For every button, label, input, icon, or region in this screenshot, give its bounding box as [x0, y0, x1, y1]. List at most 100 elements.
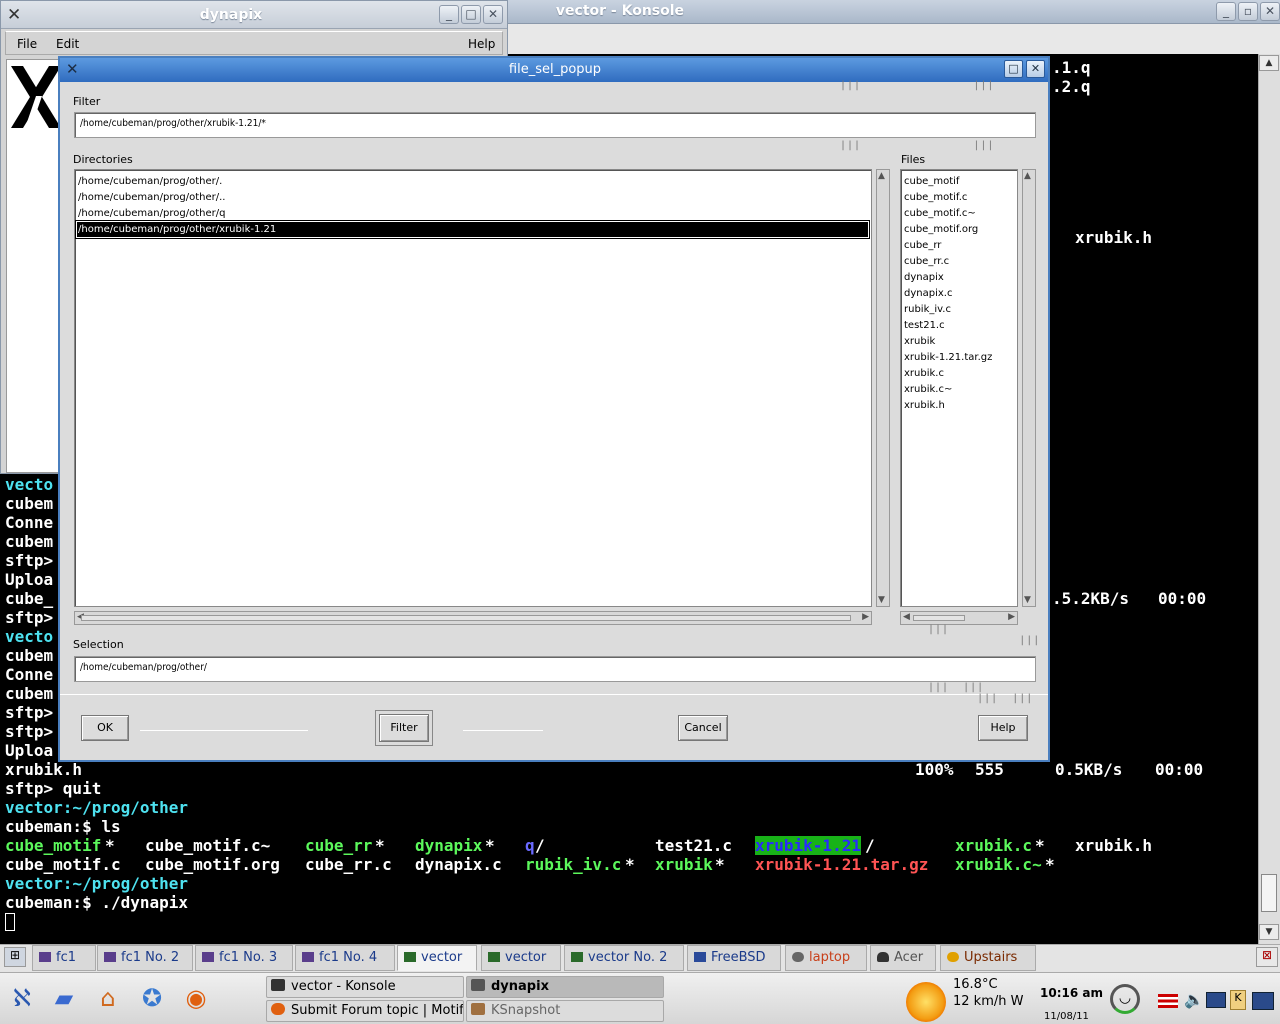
scroll-down-icon[interactable]: ▼: [1259, 924, 1279, 940]
scrollbar-thumb[interactable]: [913, 615, 965, 621]
session-tab-active[interactable]: vector: [397, 945, 477, 971]
file-item[interactable]: cube_motif.c: [904, 190, 967, 205]
task-label: vector - Konsole: [291, 979, 396, 994]
file-item[interactable]: cube_motif.c~: [904, 206, 976, 221]
keyboard-layout-icon[interactable]: [1158, 994, 1178, 1008]
weather-wind[interactable]: 12 km/h W: [953, 994, 1023, 1009]
file-item[interactable]: dynapix: [904, 270, 944, 285]
scroll-down-icon[interactable]: ▼: [1024, 595, 1031, 605]
file-item[interactable]: xrubik: [904, 334, 935, 349]
filter-input[interactable]: /home/cubeman/prog/other/xrubik-1.21/*: [74, 112, 1036, 138]
help-button[interactable]: Help: [978, 715, 1028, 741]
clock-time[interactable]: 10:16 am: [1040, 986, 1103, 1000]
session-tab[interactable]: fc1 No. 4: [295, 945, 395, 971]
close-icon[interactable]: ✕: [1260, 2, 1280, 21]
scroll-up-icon[interactable]: ▲: [1259, 55, 1279, 71]
session-tab[interactable]: Upstairs: [940, 945, 1036, 971]
scroll-up-icon[interactable]: ▲: [878, 171, 885, 181]
file-item[interactable]: xrubik-1.21.tar.gz: [904, 350, 992, 365]
terminal-scrollbar[interactable]: [1258, 54, 1280, 944]
file-item[interactable]: cube_motif.org: [904, 222, 978, 237]
terminal-fragment: cubem: [5, 532, 54, 551]
session-tab[interactable]: FreeBSD: [687, 945, 781, 971]
minimize-icon[interactable]: _: [1216, 2, 1236, 21]
scroll-right-icon[interactable]: ▶: [1008, 612, 1015, 622]
session-tab[interactable]: fc1 No. 3: [195, 945, 293, 971]
konqueror-icon[interactable]: ✪: [134, 980, 170, 1016]
session-tab[interactable]: fc1 No. 2: [97, 945, 193, 971]
selection-input[interactable]: /home/cubeman/prog/other/: [74, 656, 1036, 682]
files-list[interactable]: cube_motif cube_motif.c cube_motif.c~ cu…: [900, 169, 1018, 607]
session-tab[interactable]: Acer: [870, 945, 936, 971]
restore-icon[interactable]: ▫: [1238, 2, 1258, 21]
ls-suffix: *: [485, 836, 495, 855]
close-icon[interactable]: ✕: [483, 5, 503, 24]
terminal-fragment: sftp>: [5, 551, 54, 570]
close-icon[interactable]: ✕: [1026, 60, 1045, 78]
scroll-left-icon[interactable]: ◀: [903, 612, 910, 622]
display-icon[interactable]: [1206, 992, 1226, 1008]
desktop-icon[interactable]: ▰: [46, 980, 82, 1016]
directory-item-selected[interactable]: /home/cubeman/prog/other/xrubik-1.21: [75, 220, 870, 239]
directory-item[interactable]: /home/cubeman/prog/other/..: [78, 190, 225, 205]
maximize-icon[interactable]: □: [1004, 60, 1023, 78]
files-hscrollbar[interactable]: ◀ ▶: [900, 611, 1018, 625]
directory-item[interactable]: /home/cubeman/prog/other/.: [78, 174, 222, 189]
scrollbar-thumb[interactable]: [81, 615, 851, 621]
directories-vscrollbar[interactable]: ▲ ▼: [876, 169, 890, 607]
home-icon[interactable]: ⌂: [90, 980, 126, 1016]
clock-date: 11/08/11: [1044, 1011, 1089, 1022]
file-item[interactable]: xrubik.h: [904, 398, 945, 413]
directories-list[interactable]: /home/cubeman/prog/other/. /home/cubeman…: [74, 169, 872, 607]
file-item[interactable]: rubik_iv.c: [904, 302, 951, 317]
scroll-up-icon[interactable]: ▲: [1024, 171, 1031, 181]
file-item[interactable]: test21.c: [904, 318, 945, 333]
printer-icon: [792, 952, 804, 962]
kde-menu-icon[interactable]: ℵ: [4, 980, 40, 1016]
firefox-icon[interactable]: ◉: [178, 980, 214, 1016]
dialog-titlebar[interactable]: ✕ file_sel_popup □ ✕: [60, 58, 1048, 82]
monitor-icon[interactable]: [1252, 992, 1274, 1010]
file-item[interactable]: cube_rr.c: [904, 254, 949, 269]
klipper-icon[interactable]: K: [1230, 990, 1246, 1010]
dynapix-titlebar[interactable]: ✕ dynapix _ □ ✕: [1, 1, 507, 29]
minimize-icon[interactable]: _: [439, 5, 459, 24]
session-tab[interactable]: laptop: [785, 945, 867, 971]
menu-file[interactable]: File: [17, 37, 37, 51]
ls-entry: xrubik-1.21: [755, 836, 861, 855]
ls-entry: q: [525, 836, 535, 855]
cancel-button[interactable]: Cancel: [678, 715, 728, 741]
volume-icon[interactable]: 🔈: [1184, 990, 1204, 1009]
filter-button[interactable]: Filter: [379, 714, 429, 742]
file-item[interactable]: xrubik.c: [904, 366, 944, 381]
session-tab[interactable]: vector: [481, 945, 561, 971]
close-session-icon[interactable]: ⊠: [1256, 947, 1278, 967]
directories-hscrollbar[interactable]: ◀ ▶: [74, 611, 872, 625]
task-firefox[interactable]: Submit Forum topic | Motif: [266, 1000, 464, 1022]
tux-icon: [877, 952, 889, 962]
scrollbar-thumb[interactable]: [1261, 874, 1277, 912]
session-tab[interactable]: vector No. 2: [564, 945, 684, 971]
file-item[interactable]: xrubik.c~: [904, 382, 952, 397]
directory-item[interactable]: /home/cubeman/prog/other/q: [78, 206, 225, 221]
file-item[interactable]: cube_rr: [904, 238, 941, 253]
scroll-right-icon[interactable]: ▶: [862, 612, 869, 622]
file-item[interactable]: cube_motif: [904, 174, 959, 189]
session-tab[interactable]: fc1: [32, 945, 96, 971]
menu-edit[interactable]: Edit: [56, 37, 79, 51]
task-ksnapshot[interactable]: KSnapshot: [466, 1000, 664, 1022]
dynapix-canvas[interactable]: [6, 59, 62, 473]
ok-button[interactable]: OK: [81, 715, 129, 741]
terminal-fragment: Conne: [5, 665, 54, 684]
network-icon[interactable]: ◡: [1110, 984, 1140, 1014]
maximize-icon[interactable]: □: [461, 5, 481, 24]
new-session-icon[interactable]: ⊞: [4, 947, 26, 967]
task-konsole[interactable]: vector - Konsole: [266, 976, 464, 998]
file-item[interactable]: dynapix.c: [904, 286, 952, 301]
files-vscrollbar[interactable]: ▲ ▼: [1022, 169, 1036, 607]
tab-label: Acer: [894, 950, 924, 965]
task-dynapix[interactable]: dynapix: [466, 976, 664, 998]
files-label: Files: [901, 153, 926, 166]
menu-help[interactable]: Help: [468, 37, 495, 51]
scroll-down-icon[interactable]: ▼: [878, 595, 885, 605]
